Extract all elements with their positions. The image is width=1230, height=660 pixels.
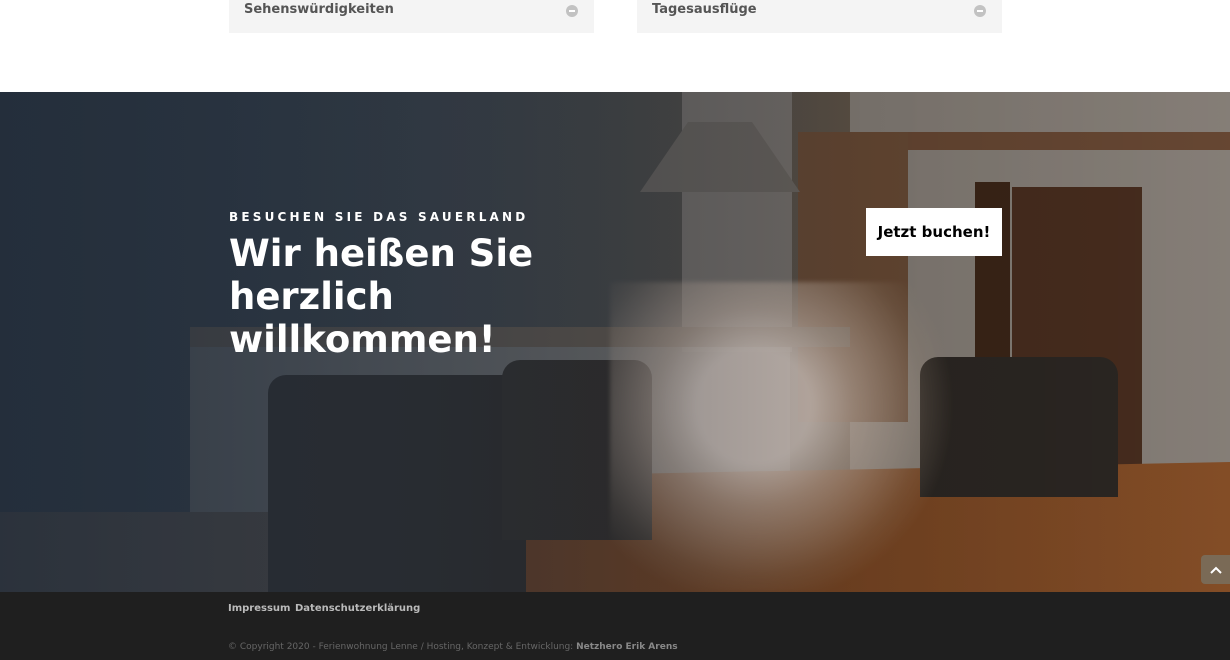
hero-title-line: Wir heißen Sie [229,232,534,275]
toggle-tagesausfluege[interactable]: Tagesausflüge [637,0,1002,33]
toggle-title: Tagesausflüge [652,2,757,17]
footer: Impressum Datenschutzerklärung © Copyrig… [0,592,1230,660]
footer-link-impressum[interactable]: Impressum [228,603,290,614]
hero-subtitle: BESUCHEN SIE DAS SAUERLAND [229,210,529,224]
hero-title: Wir heißen Sie herzlich willkommen! [229,232,549,361]
toggles-section: Sehenswürdigkeiten Tagesausflüge [0,0,1230,92]
hero-title-line: herzlich [229,275,394,318]
copyright-prefix: © Copyright 2020 - Ferienwohnung Lenne /… [228,642,577,652]
toggle-title: Sehenswürdigkeiten [244,2,394,17]
minus-circle-icon[interactable] [566,5,578,17]
scroll-to-top-button[interactable] [1201,555,1230,584]
minus-circle-icon[interactable] [974,5,986,17]
hero-section: BESUCHEN SIE DAS SAUERLAND Wir heißen Si… [0,92,1230,592]
copyright-text: © Copyright 2020 - Ferienwohnung Lenne /… [228,642,678,652]
hero-title-line: willkommen! [229,318,496,361]
toggle-sehenswuerdigkeiten[interactable]: Sehenswürdigkeiten [229,0,594,33]
copyright-company[interactable]: Netzhero Erik Arens [576,642,678,652]
hero-background-image [0,92,1230,592]
book-now-button[interactable]: Jetzt buchen! [866,208,1002,256]
footer-link-datenschutz[interactable]: Datenschutzerklärung [295,603,420,614]
chevron-up-icon [1209,566,1222,574]
